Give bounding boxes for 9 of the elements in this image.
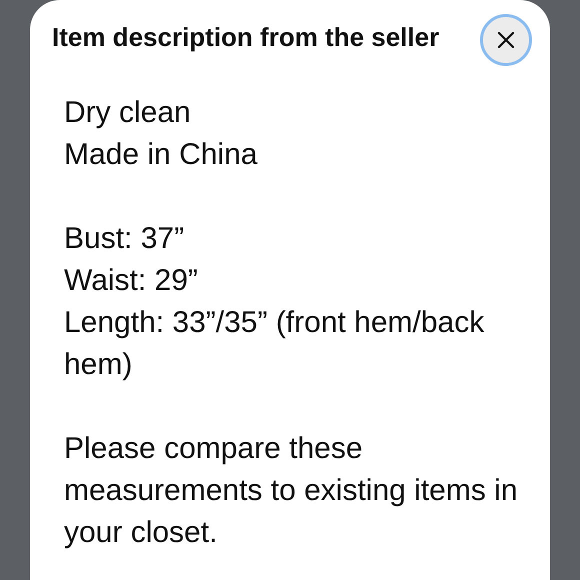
description-text: Made in China: [64, 137, 258, 173]
modal-title: Item description from the seller: [52, 21, 440, 54]
description-text: Dry clean: [64, 95, 191, 131]
description-text: Please compare these measurements to existing items in your closet.: [64, 431, 519, 551]
close-icon: [496, 30, 516, 50]
description-text: Waist: 29”: [64, 263, 198, 299]
close-button[interactable]: [480, 14, 532, 66]
description-text: Length: 33”/35” (front hem/back hem): [64, 305, 486, 383]
description-text: Bust: 37”: [64, 221, 184, 257]
